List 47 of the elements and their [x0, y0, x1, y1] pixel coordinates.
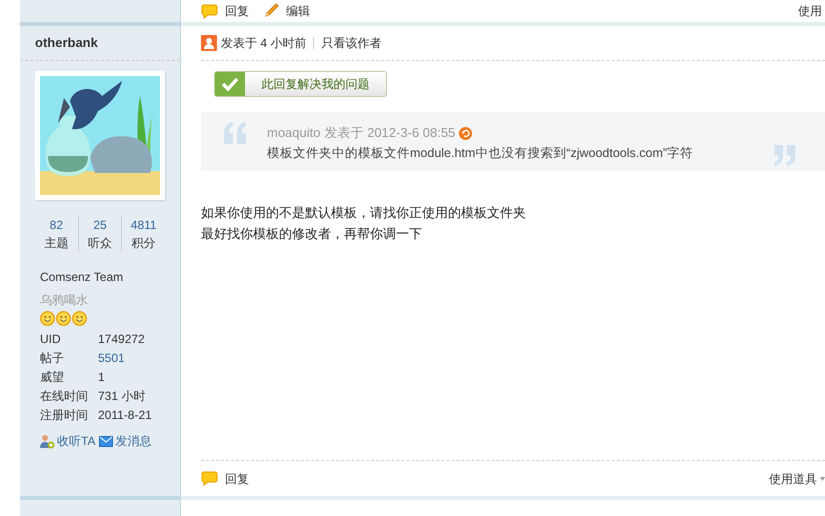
field-value: 2011-8-21	[98, 407, 152, 424]
smiley-icon	[72, 311, 87, 326]
close-quote-icon	[772, 145, 798, 166]
pencil-icon	[263, 3, 279, 19]
field-value: 1749272	[98, 331, 145, 348]
profile-action-link[interactable]: 发消息	[99, 432, 152, 450]
field-label: 注册时间	[40, 407, 89, 424]
smiley-icon	[40, 311, 55, 326]
open-quote-icon	[222, 122, 248, 144]
stat-label: 主题	[44, 235, 68, 252]
quote-text: 模板文件夹中的模板文件module.htm中也没有搜索到“zjwoodtools.com”字符	[267, 145, 694, 162]
smiley-icon	[56, 311, 71, 326]
tools-menu[interactable]: 使用道具	[769, 470, 825, 488]
profile-action-link[interactable]: 收听TA	[39, 432, 96, 450]
field-label: 威望	[40, 369, 65, 386]
quote-time: 发表于 2012-3-6 08:55	[324, 124, 456, 142]
reply-link[interactable]: 回复	[201, 470, 249, 488]
stat-value[interactable]: 82	[50, 216, 64, 234]
username-link[interactable]: otherbank	[35, 33, 98, 53]
action-link[interactable]: 编辑	[263, 2, 310, 20]
body-text: 如果你使用的不是默认模板，请找你正使用的模板文件夹	[201, 204, 527, 222]
user-group: Comsenz Team	[40, 268, 180, 286]
field-value: 1	[98, 369, 105, 386]
field-label: 帖子	[40, 350, 65, 367]
field-label: 在线时间	[40, 388, 89, 405]
checkmark-icon	[215, 72, 245, 96]
field-link[interactable]: 5501	[98, 349, 125, 368]
envelope-icon	[99, 436, 114, 446]
rank-title: 乌鸦喝水	[40, 292, 89, 309]
stat-value[interactable]: 4811	[130, 216, 157, 234]
stat-value[interactable]: 25	[93, 216, 107, 234]
speech-bubble-icon	[201, 4, 218, 18]
action-link[interactable]: 回复	[201, 2, 249, 20]
field-value: 731 小时	[98, 388, 146, 405]
solve-button[interactable]: 此回复解决我的问题	[214, 71, 387, 97]
tools-link[interactable]: 使用	[798, 2, 822, 20]
person-icon	[201, 35, 217, 51]
author-only-link[interactable]: 只看该作者	[321, 34, 382, 52]
person-plus-icon	[39, 434, 55, 448]
field-label: UID	[40, 331, 62, 348]
quote-author: moaquito	[267, 124, 320, 142]
stat-label: 积分	[132, 235, 156, 252]
speech-bubble-icon	[201, 471, 218, 486]
body-text: 最好找你模板的修改者，再帮你调一下	[201, 225, 423, 243]
caret-icon	[820, 476, 825, 480]
stat-label: 听众	[88, 235, 112, 252]
post-time: 发表于 4 小时前	[221, 35, 306, 52]
